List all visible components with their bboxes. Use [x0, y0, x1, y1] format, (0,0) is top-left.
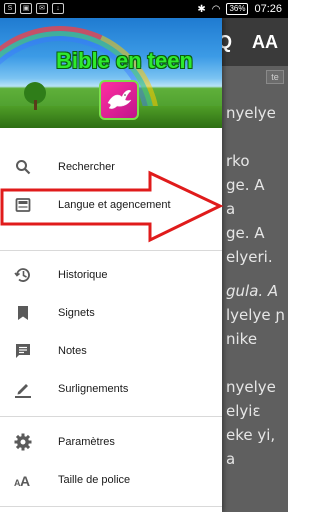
menu-item-bookmarks[interactable]: Signets [0, 295, 222, 331]
search-icon [14, 158, 32, 176]
divider [0, 416, 222, 417]
reader-line: gula. A [226, 282, 279, 300]
tree-trunk-decoration [34, 100, 37, 110]
status-bar: S ▣ ✉ ↓ ✱ ◠ 36% 07:26 [0, 0, 288, 18]
menu-item-notes[interactable]: Notes [0, 333, 222, 369]
menu-item-language[interactable]: Langue et agencement [0, 187, 222, 223]
menu-item-search[interactable]: Rechercher [0, 149, 222, 185]
menu-item-highlights[interactable]: Surlignements [0, 371, 222, 407]
reader-line: a [226, 200, 236, 218]
menu-item-label: Surlignements [58, 383, 129, 395]
menu-item-label: Notes [58, 345, 87, 357]
drawer-header: Bible en teen [0, 18, 222, 128]
download-icon: ↓ [52, 3, 64, 14]
reader-line: elyiɛ [226, 402, 261, 420]
wifi-icon: ◠ [211, 3, 221, 15]
dove-logo-icon [99, 80, 139, 120]
reader-line: nyelye [226, 378, 276, 396]
bookmark-icon [14, 304, 32, 322]
reader-line: lyelye ɲ [226, 306, 286, 324]
app-title: Bible en teen [56, 48, 193, 73]
reader-line: a [226, 450, 236, 468]
clock: 07:26 [254, 3, 282, 15]
divider [0, 250, 222, 251]
menu-item-label: Signets [58, 307, 95, 319]
svg-text:A: A [20, 473, 30, 488]
history-icon [14, 266, 32, 284]
reader-chip[interactable]: te [266, 70, 284, 84]
reader-line: nike [226, 330, 258, 348]
notification-icon: S [4, 3, 16, 14]
bluetooth-icon: ✱ [197, 3, 206, 15]
menu-item-font-size[interactable]: AA Taille de police [0, 462, 222, 498]
menu-item-label: Rechercher [58, 161, 115, 173]
menu-item-label: Historique [58, 269, 108, 281]
divider [0, 506, 222, 507]
reader-line: rko [226, 152, 250, 170]
reader-line: ge. A [226, 176, 265, 194]
menu-item-label: Paramètres [58, 436, 115, 448]
menu-item-settings[interactable]: Paramètres [0, 424, 222, 460]
menu-item-history[interactable]: Historique [0, 257, 222, 293]
text-size-icon: AA [14, 471, 32, 489]
highlighter-icon [14, 380, 32, 398]
reader-line: nyelye [226, 104, 276, 122]
layout-icon [14, 196, 32, 214]
menu-item-label: Langue et agencement [58, 199, 171, 211]
reader-line: eke yi, [226, 426, 276, 444]
reader-line: ge. A [226, 224, 265, 242]
menu-item-label: Taille de police [58, 474, 131, 486]
battery-indicator: 36% [226, 3, 249, 15]
gear-icon [14, 433, 32, 451]
navigation-drawer: Bible en teen Rechercher Langue et agenc… [0, 18, 222, 512]
mail-icon: ✉ [36, 3, 48, 14]
notes-icon [14, 342, 32, 360]
reader-line: elyeri. [226, 248, 273, 266]
image-icon: ▣ [20, 3, 32, 14]
text-size-icon[interactable]: AA [252, 32, 278, 53]
